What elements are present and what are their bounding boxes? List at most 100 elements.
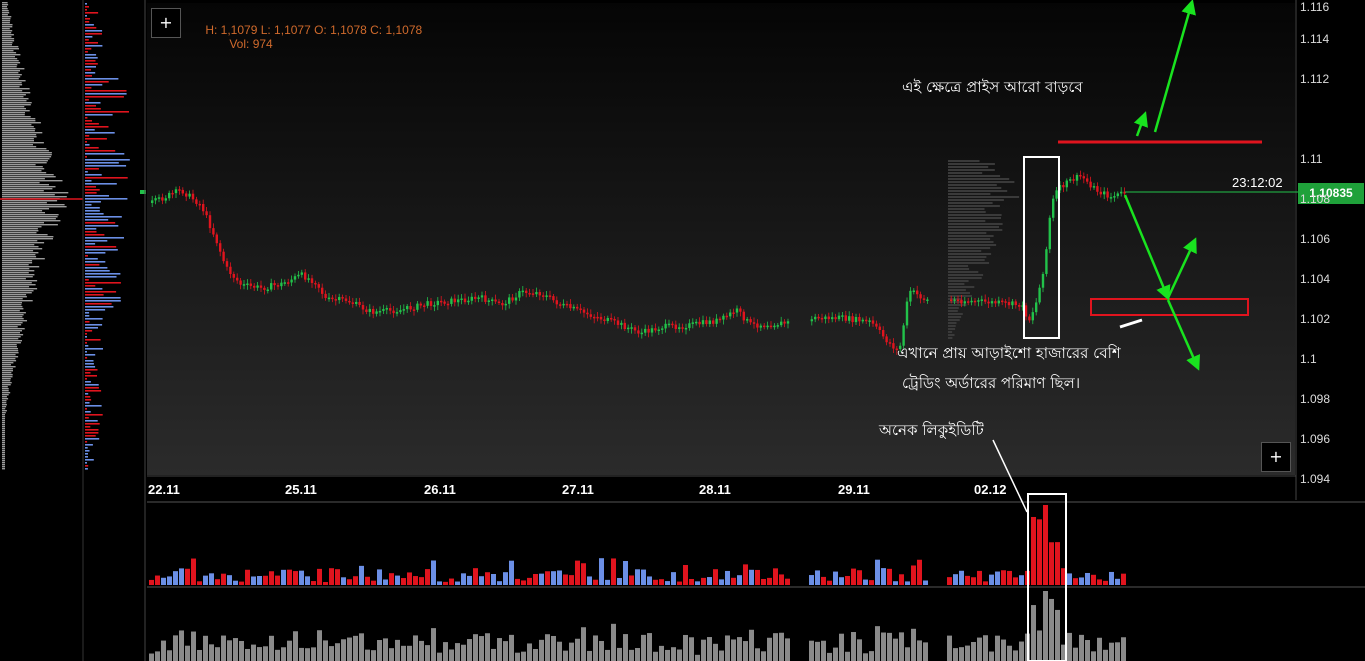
profile-bar: [2, 268, 30, 270]
profile-bar: [2, 360, 17, 362]
profile-bar: [2, 260, 33, 262]
add-panel-button[interactable]: +: [1261, 442, 1291, 472]
profile-bar: [2, 296, 27, 298]
profile-bar: [2, 400, 7, 402]
total-volume-bar: [587, 650, 592, 661]
delta-volume-bar: [545, 571, 550, 585]
candle-body: [831, 317, 834, 320]
candle-body: [718, 318, 722, 321]
delta-volume-bar: [359, 565, 364, 585]
candle-body: [576, 306, 579, 309]
candle-body: [416, 303, 419, 310]
profile-bar: [2, 190, 44, 192]
profile-bar: [2, 272, 29, 274]
total-volume-bar: [533, 649, 538, 661]
profile-bar: [2, 36, 12, 38]
delta-volume-bar: [455, 581, 460, 585]
profile-bar: [2, 310, 20, 312]
total-volume-bar: [1001, 639, 1006, 661]
total-volume-bar: [593, 635, 598, 661]
candle-body: [630, 327, 633, 329]
profile-bar: [2, 110, 30, 112]
candle-body: [963, 301, 966, 304]
candle-body: [977, 300, 980, 302]
order-bar: [85, 273, 121, 275]
total-volume-bar: [989, 651, 994, 661]
total-volume-bar: [233, 638, 238, 661]
total-volume-bar: [599, 640, 604, 661]
candle-body: [1099, 191, 1102, 195]
profile-bar: [2, 258, 45, 260]
delta-volume-bar: [863, 579, 868, 585]
candle-body: [249, 283, 252, 286]
total-volume-bar: [773, 633, 778, 661]
candle-body: [270, 283, 273, 290]
order-bar: [85, 417, 89, 419]
candle-body: [572, 306, 575, 309]
candle-body: [684, 327, 688, 330]
delta-volume-bar: [389, 573, 394, 585]
total-volume-bar: [731, 639, 736, 661]
price-tick: 1.112: [1300, 72, 1330, 86]
candle-body: [548, 295, 552, 297]
profile-bar: [2, 186, 56, 188]
order-bar: [85, 294, 104, 296]
candle-body: [361, 304, 365, 310]
total-volume-bar: [701, 639, 706, 661]
price-chart[interactable]: [0, 0, 1365, 661]
profile-bar: [2, 114, 25, 116]
order-bar: [85, 135, 90, 137]
order-bar: [85, 129, 95, 131]
profile-bar: [2, 120, 36, 122]
total-volume-bar: [329, 646, 334, 661]
candle-body: [487, 300, 490, 302]
profile-bar: [2, 160, 48, 162]
total-volume-bar: [161, 640, 166, 661]
profile-bar: [2, 312, 26, 314]
delta-volume-bar: [1001, 570, 1006, 585]
total-volume-bar: [509, 634, 514, 661]
profile-bar: [2, 308, 24, 310]
add-indicator-button[interactable]: +: [151, 8, 181, 38]
total-volume-bar: [1121, 637, 1126, 661]
profile-bar: [2, 218, 56, 220]
candle-body: [531, 293, 535, 295]
order-bar: [85, 348, 103, 350]
candle-body: [810, 319, 813, 322]
order-bar: [85, 276, 117, 278]
total-volume-bar: [239, 640, 244, 661]
total-volume-bar: [713, 643, 718, 661]
candle-body: [273, 283, 276, 286]
total-volume-bar: [911, 628, 916, 661]
profile-bar: [2, 222, 44, 224]
profile-bar: [2, 72, 19, 74]
total-volume-bar: [1055, 609, 1060, 661]
session-profile-bar: [948, 277, 982, 279]
profile-bar: [2, 208, 49, 210]
profile-bar: [2, 70, 20, 72]
session-profile-bar: [948, 220, 986, 222]
candle-body: [538, 292, 541, 296]
order-bar: [85, 408, 87, 410]
total-volume-bar: [317, 630, 322, 661]
order-bar: [85, 297, 121, 299]
delta-volume-bar: [233, 580, 238, 585]
order-bar: [85, 168, 99, 170]
total-volume-bar: [527, 643, 532, 661]
candle-body: [287, 282, 290, 284]
profile-bar: [2, 182, 40, 184]
delta-volume-bar: [305, 576, 310, 585]
candle-body: [892, 343, 895, 349]
delta-volume-bar: [401, 578, 406, 585]
delta-volume-bar: [833, 571, 838, 585]
session-profile-bar: [948, 262, 990, 264]
profile-bar: [2, 76, 21, 78]
candle-body: [195, 199, 198, 204]
order-bar: [85, 108, 101, 110]
total-volume-bar: [269, 635, 274, 661]
total-volume-bar: [1097, 637, 1102, 661]
profile-bar: [2, 60, 19, 62]
delta-volume-bar: [557, 570, 562, 585]
candle-body: [497, 301, 501, 304]
profile-bar: [2, 206, 67, 208]
